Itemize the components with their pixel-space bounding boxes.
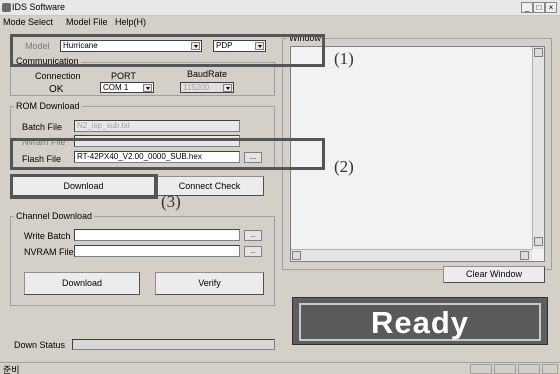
annotation-label-3: (3) — [161, 192, 181, 211]
port-select-value: COM 1 — [103, 83, 129, 92]
annotation-box-1 — [10, 34, 325, 67]
annotation-box-2 — [10, 138, 325, 170]
annotation-label-1: (1) — [334, 49, 354, 68]
menu-bar: Mode Select Model File Help(H) — [0, 16, 560, 29]
menu-help[interactable]: Help(H) — [115, 17, 146, 27]
status-panel — [542, 364, 558, 374]
nvram-browse-button[interactable]: .. — [244, 246, 262, 257]
status-panel — [494, 364, 516, 374]
verify-button[interactable]: Verify — [155, 272, 264, 295]
batch-file-label: Batch File — [22, 122, 63, 132]
close-button[interactable]: × — [545, 2, 557, 13]
batch-file-field[interactable]: N2_isp_sub.txt — [74, 120, 240, 132]
port-select[interactable]: COM 1 — [100, 82, 154, 93]
maximize-button[interactable]: □ — [533, 2, 545, 13]
channel-download-title: Channel Download — [14, 211, 95, 221]
baudrate-label: BaudRate — [187, 69, 228, 79]
menu-mode-select[interactable]: Mode Select — [3, 17, 53, 27]
clear-window-button[interactable]: Clear Window — [443, 266, 545, 283]
menu-model-file[interactable]: Model File — [66, 17, 108, 27]
app-icon — [2, 3, 11, 12]
ready-indicator: Ready — [292, 297, 548, 345]
vertical-scrollbar[interactable] — [532, 47, 544, 249]
connection-status: OK — [49, 84, 64, 95]
connection-label: Connection — [35, 71, 81, 81]
annotation-label-2: (2) — [334, 157, 354, 176]
nvram-field[interactable] — [74, 245, 240, 257]
title-bar: IDS Software _ □ × — [0, 0, 560, 16]
status-panel — [518, 364, 540, 374]
status-text: 준비 — [3, 365, 20, 374]
scroll-down-icon[interactable] — [534, 237, 543, 246]
status-bar: 준비 — [0, 362, 560, 374]
port-label: PORT — [111, 71, 136, 81]
window-title: IDS Software — [12, 2, 66, 12]
log-window[interactable] — [290, 46, 545, 262]
baudrate-select[interactable]: 115200 — [180, 82, 234, 93]
annotation-box-3 — [10, 174, 158, 199]
down-status-progress — [72, 339, 275, 350]
down-status-label: Down Status — [14, 340, 66, 350]
channel-download-button[interactable]: Download — [24, 272, 140, 295]
status-panel — [470, 364, 492, 374]
nvram-label: NVRAM File — [24, 247, 74, 257]
minimize-button[interactable]: _ — [521, 2, 533, 13]
rom-download-title: ROM Download — [14, 101, 82, 111]
write-batch-label: Write Batch — [24, 231, 71, 241]
horizontal-scrollbar[interactable] — [291, 249, 532, 261]
ready-text: Ready — [299, 303, 541, 341]
scroll-left-icon[interactable] — [292, 251, 301, 260]
scroll-right-icon[interactable] — [520, 251, 529, 260]
chevron-down-icon — [143, 84, 152, 92]
write-batch-browse-button[interactable]: .. — [244, 230, 262, 241]
scroll-up-icon[interactable] — [534, 48, 543, 57]
write-batch-field[interactable] — [74, 229, 240, 241]
baudrate-select-value: 115200 — [183, 83, 210, 92]
chevron-down-icon — [223, 84, 232, 92]
